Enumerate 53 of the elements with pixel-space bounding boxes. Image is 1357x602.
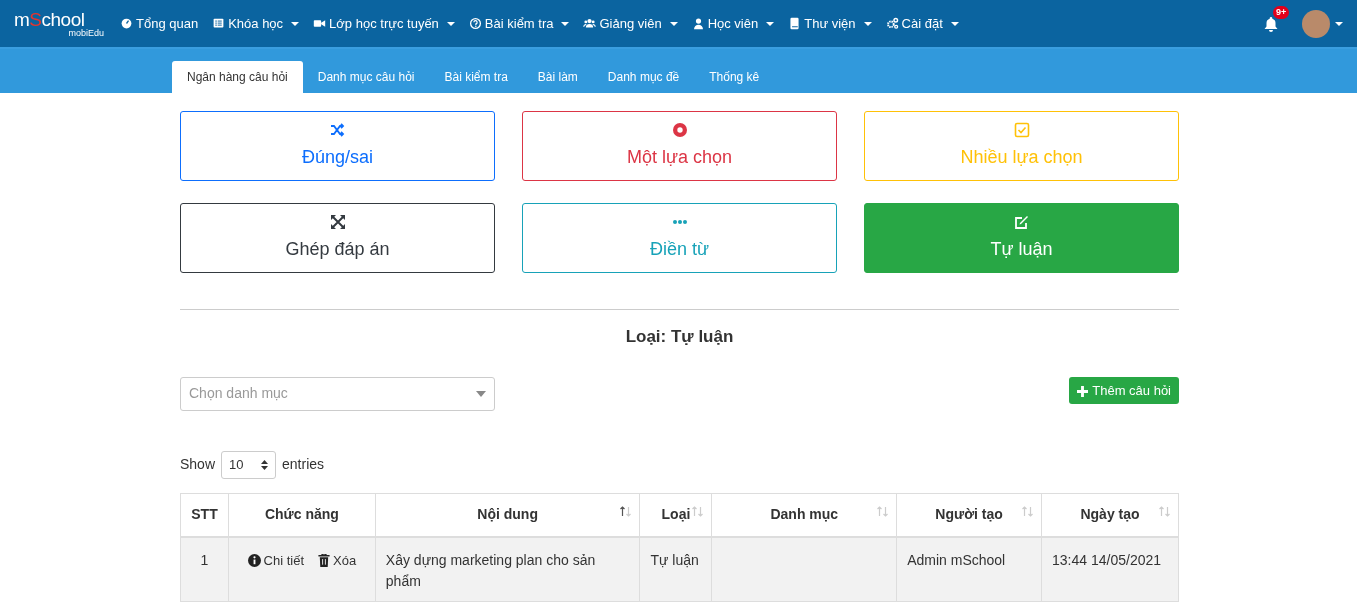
entries-label: entries (282, 455, 325, 474)
caret-icon[interactable] (291, 21, 300, 26)
table-cell: 1 (180, 537, 229, 601)
show-label: Show (180, 455, 216, 474)
gauge-icon (120, 17, 133, 30)
info-icon (247, 554, 261, 567)
nav-menu-item[interactable]: Bài kiểm tra (468, 13, 570, 34)
question-type-button[interactable]: Một lựa chọn (522, 111, 837, 181)
table-cell: 13:44 14/05/2021 (1041, 537, 1179, 601)
nav-menu-item[interactable]: Giảng viên (583, 13, 678, 34)
logo-subtitle: mobiEdu (67, 28, 104, 38)
entries-select[interactable]: 10 (221, 450, 277, 479)
book-icon (788, 17, 802, 30)
expand-icon (329, 213, 346, 230)
trash-icon (318, 554, 331, 567)
nav-menu-item[interactable]: Lớp học trực tuyến (313, 13, 455, 34)
nav-menu-item[interactable]: Khóa học (212, 13, 300, 34)
logo-text: mSchool (14, 9, 85, 29)
caret-icon[interactable] (863, 21, 872, 26)
tab[interactable]: Ngân hàng câu hỏi (172, 61, 303, 93)
caret-icon[interactable] (766, 21, 775, 26)
nav-menu-item[interactable]: Cài đặt (885, 13, 959, 34)
caret-icon[interactable] (950, 21, 959, 26)
nav-menu-item[interactable]: Tổng quan (120, 13, 199, 34)
user-icon (691, 17, 705, 30)
list-icon (212, 17, 226, 30)
video-camera-icon (313, 17, 327, 30)
edit-icon (1013, 213, 1030, 230)
nav-menu-item[interactable]: Học viên (691, 13, 775, 34)
radio-icon (671, 121, 688, 138)
delete-link[interactable]: Xóa (318, 550, 357, 571)
shuffle-icon (329, 121, 346, 138)
checkbox-icon (1013, 121, 1030, 138)
notification-badge: 9+ (1273, 5, 1290, 19)
question-type-button[interactable]: Đúng/sai (180, 111, 495, 181)
caret-icon[interactable] (561, 21, 570, 26)
caret-icon[interactable] (446, 21, 455, 26)
users-icon (583, 17, 597, 30)
sort-arrows-icon[interactable] (620, 505, 632, 517)
dots-icon (671, 218, 688, 225)
caret-icon[interactable] (1335, 21, 1343, 26)
caret-icon[interactable] (669, 21, 678, 26)
table-cell: Admin mSchool (896, 537, 1042, 601)
bell-icon[interactable] (1264, 16, 1278, 32)
nav-menu-item[interactable]: Thư viện (788, 13, 872, 34)
dropdown-caret-icon (476, 390, 486, 397)
table-cell: Xây dựng marketing plan cho sản phẩm (375, 537, 640, 601)
spinner-arrows-icon[interactable] (261, 459, 269, 470)
type-heading: Loại: Tự luận (625, 327, 734, 346)
question-type-button[interactable]: Ghép đáp án (180, 203, 495, 273)
detail-link[interactable]: Chi tiết (247, 550, 305, 571)
table-cell: Tự luận (639, 537, 712, 601)
question-icon (468, 17, 482, 30)
